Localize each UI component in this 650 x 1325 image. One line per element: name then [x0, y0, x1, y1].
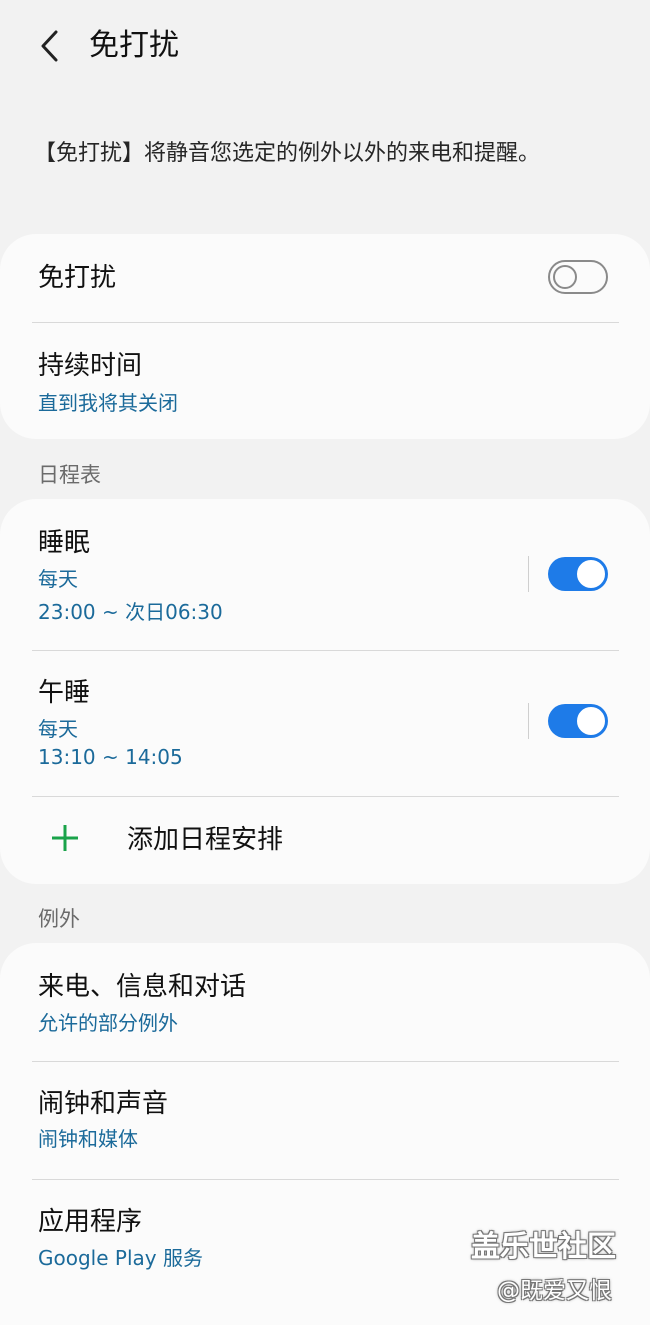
- schedule-item-label: 睡眠: [38, 528, 91, 558]
- schedule-section-header: 日程表: [38, 463, 101, 487]
- vertical-separator: [528, 703, 529, 739]
- duration-label: 持续时间: [38, 351, 143, 381]
- dnd-switch[interactable]: [548, 260, 608, 294]
- nap-switch[interactable]: [548, 704, 608, 738]
- dnd-card: 免打扰 持续时间 直到我将其关闭: [0, 234, 650, 439]
- duration-row[interactable]: 持续时间 直到我将其关闭: [0, 323, 650, 439]
- switch-knob: [575, 705, 607, 737]
- exception-item-label: 来电、信息和对话: [38, 972, 247, 1002]
- back-button[interactable]: [34, 26, 68, 66]
- exception-item-label: 应用程序: [38, 1207, 143, 1237]
- exception-item-label: 闹钟和声音: [38, 1089, 169, 1119]
- schedule-item-sleep[interactable]: 睡眠 每天 23:00 ~ 次日06:30: [0, 499, 650, 650]
- exceptions-section-header: 例外: [38, 907, 80, 931]
- exception-item-calls[interactable]: 来电、信息和对话 允许的部分例外: [0, 943, 650, 1061]
- schedule-item-time: 23:00 ~ 次日06:30: [38, 600, 223, 624]
- schedule-card: 睡眠 每天 23:00 ~ 次日06:30 午睡 每天 13:10 ~ 14:0…: [0, 499, 650, 884]
- exception-item-alarms[interactable]: 闹钟和声音 闹钟和媒体: [0, 1062, 650, 1179]
- vertical-separator: [528, 556, 529, 592]
- exception-item-value: 闹钟和媒体: [38, 1127, 138, 1151]
- dnd-toggle-row[interactable]: 免打扰: [0, 234, 650, 322]
- watermark-site: 盖乐世社区: [471, 1229, 617, 1263]
- schedule-item-time: 13:10 ~ 14:05: [38, 745, 183, 769]
- schedule-item-label: 午睡: [38, 678, 91, 708]
- dnd-label: 免打扰: [38, 263, 117, 293]
- app-header: 免打扰: [0, 0, 650, 94]
- exception-item-value: Google Play 服务: [38, 1246, 203, 1270]
- exception-item-value: 允许的部分例外: [38, 1011, 178, 1035]
- add-schedule-label: 添加日程安排: [127, 825, 284, 855]
- schedule-item-days: 每天: [38, 717, 78, 741]
- page-title: 免打扰: [89, 28, 179, 63]
- sleep-switch[interactable]: [548, 557, 608, 591]
- switch-knob: [553, 265, 577, 289]
- add-schedule-button[interactable]: 添加日程安排: [0, 797, 650, 884]
- watermark-user: @既爱又恨: [497, 1278, 612, 1304]
- page-description: 【免打扰】将静音您选定的例外以外的来电和提醒。: [34, 141, 541, 166]
- schedule-item-nap[interactable]: 午睡 每天 13:10 ~ 14:05: [0, 651, 650, 796]
- plus-icon: [52, 825, 78, 851]
- schedule-item-days: 每天: [38, 567, 78, 591]
- chevron-left-icon: [41, 30, 58, 62]
- switch-knob: [575, 558, 607, 590]
- duration-value: 直到我将其关闭: [38, 391, 178, 415]
- exceptions-card: 来电、信息和对话 允许的部分例外 闹钟和声音 闹钟和媒体 应用程序 Google…: [0, 943, 650, 1325]
